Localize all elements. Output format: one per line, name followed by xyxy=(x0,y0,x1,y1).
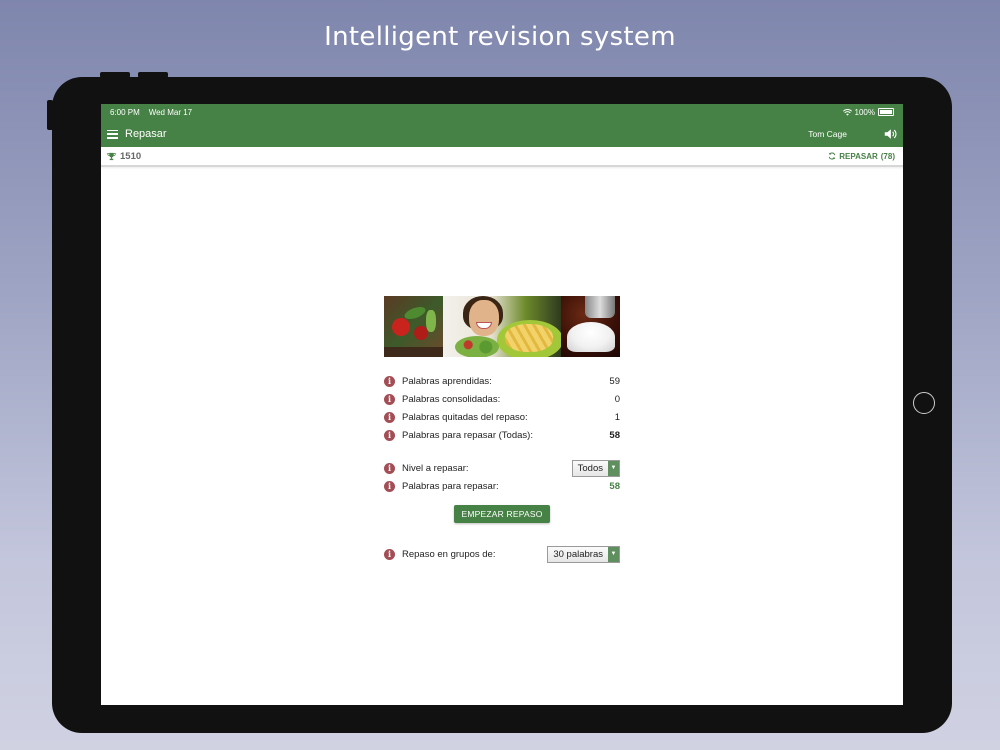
stat-row-consolidated: i Palabras consolidadas: 0 xyxy=(384,390,620,408)
hamburger-menu-icon[interactable] xyxy=(107,129,118,139)
level-label: Nivel a repasar: xyxy=(402,462,469,474)
groups-row: i Repaso en grupos de: 30 palabras ▼ xyxy=(384,545,620,563)
review-label: REPASAR xyxy=(839,151,878,161)
stat-label: Palabras aprendidas: xyxy=(402,375,492,387)
info-icon[interactable]: i xyxy=(384,393,395,405)
level-row: i Nivel a repasar: Todos ▼ xyxy=(384,459,620,477)
status-right: 100% xyxy=(842,107,894,117)
groups-selected-value: 30 palabras xyxy=(553,548,603,560)
trophy-icon xyxy=(107,152,116,160)
score-value: 1510 xyxy=(120,150,142,162)
stat-row-to-review: i Palabras para repasar: 58 xyxy=(384,477,620,495)
status-time: 6:00 PM xyxy=(110,107,140,117)
woman-eating-image xyxy=(443,296,561,357)
level-select[interactable]: Todos ▼ xyxy=(571,459,620,477)
level-selected-value: Todos xyxy=(577,462,603,474)
user-name: Tom Cage xyxy=(808,129,847,139)
stat-row-removed: i Palabras quitadas del repaso: 1 xyxy=(384,408,620,426)
headline: Intelligent revision system xyxy=(324,22,676,52)
status-date: Wed Mar 17 xyxy=(148,107,193,117)
page-title: Repasar xyxy=(125,128,167,140)
status-bar: 6:00 PM Wed Mar 17 100% xyxy=(110,106,894,118)
home-button[interactable] xyxy=(913,392,935,414)
info-icon[interactable]: i xyxy=(384,462,395,474)
stat-label: Palabras para repasar: xyxy=(402,480,499,492)
info-icon[interactable]: i xyxy=(384,480,395,492)
stat-label: Palabras para repasar (Todas): xyxy=(402,429,533,441)
wifi-icon xyxy=(842,108,852,116)
stat-label: Palabras consolidadas: xyxy=(402,393,501,405)
vegetables-image xyxy=(384,296,443,357)
stat-value: 0 xyxy=(614,393,620,405)
review-count: (78) xyxy=(880,151,895,161)
battery-icon xyxy=(878,108,894,116)
start-button-wrap: EMPEZAR REPASO xyxy=(384,495,620,533)
info-icon[interactable]: i xyxy=(384,411,395,423)
review-stats: i Palabras aprendidas: 59 i Palabras con… xyxy=(384,372,620,563)
app-screen: 6:00 PM Wed Mar 17 100% Repasar Tom Cage xyxy=(101,104,903,705)
score-bar: 1510 REPASAR (78) xyxy=(101,147,903,167)
stat-value: 1 xyxy=(614,411,620,423)
salt-image xyxy=(561,296,620,357)
app-bar: 6:00 PM Wed Mar 17 100% Repasar Tom Cage xyxy=(101,104,903,147)
info-icon[interactable]: i xyxy=(384,429,395,441)
start-review-button[interactable]: EMPEZAR REPASO xyxy=(454,505,550,523)
info-icon[interactable]: i xyxy=(384,375,395,387)
toolbar: Repasar Tom Cage xyxy=(107,124,897,144)
stat-value: 58 xyxy=(609,429,620,441)
food-banner-image xyxy=(384,296,620,357)
score: 1510 xyxy=(107,151,141,162)
review-link[interactable]: REPASAR (78) xyxy=(828,152,895,161)
groups-select[interactable]: 30 palabras ▼ xyxy=(547,545,620,563)
chevron-down-icon: ▼ xyxy=(608,546,619,562)
stat-value: 59 xyxy=(609,375,620,387)
stat-label: Palabras quitadas del repaso: xyxy=(402,411,528,423)
stat-row-to-review-all: i Palabras para repasar (Todas): 58 xyxy=(384,426,620,444)
info-icon[interactable]: i xyxy=(384,548,395,560)
speaker-icon[interactable] xyxy=(883,127,897,141)
chevron-down-icon: ▼ xyxy=(608,460,619,476)
stat-value: 58 xyxy=(609,480,620,492)
groups-label: Repaso en grupos de: xyxy=(402,548,496,560)
stat-row-learned: i Palabras aprendidas: 59 xyxy=(384,372,620,390)
refresh-icon xyxy=(828,152,836,160)
status-left: 6:00 PM Wed Mar 17 xyxy=(110,108,192,117)
battery-percent: 100% xyxy=(854,107,875,117)
